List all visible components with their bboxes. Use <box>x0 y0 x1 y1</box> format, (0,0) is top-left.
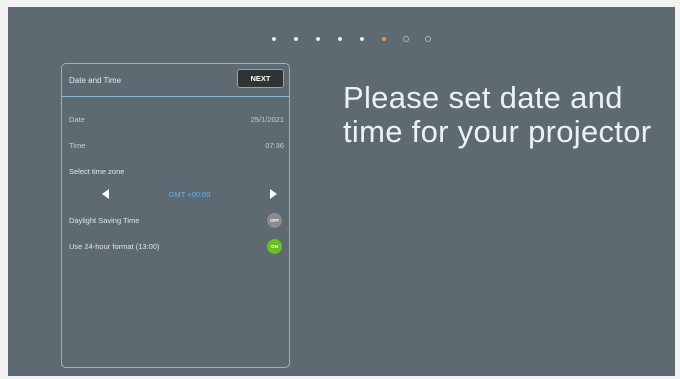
setup-screen: Date and Time NEXT Date 25/1/2021 Time 0… <box>8 7 675 376</box>
panel-title: Date and Time <box>69 76 122 85</box>
timezone-label: Select time zone <box>69 167 125 176</box>
date-value: 25/1/2021 <box>250 115 284 124</box>
progress-dot-5 <box>351 31 373 47</box>
format-label: Use 24-hour format (13:00) <box>69 242 160 251</box>
progress-dots <box>263 31 439 47</box>
progress-dot-6 <box>373 31 395 47</box>
timezone-value: GMT +00:00 <box>168 190 211 199</box>
dst-toggle[interactable]: OFF <box>267 213 282 228</box>
date-row[interactable]: Date 25/1/2021 <box>69 113 284 127</box>
triangle-right-icon[interactable] <box>270 189 277 199</box>
dst-label: Daylight Saving Time <box>69 216 140 225</box>
timezone-selector[interactable]: GMT +00:00 <box>102 187 277 201</box>
time-value: 07:36 <box>265 141 284 150</box>
dst-row[interactable]: Daylight Saving Time OFF <box>69 213 284 228</box>
progress-dot-2 <box>285 31 307 47</box>
progress-dot-4 <box>329 31 351 47</box>
progress-dot-3 <box>307 31 329 47</box>
date-time-panel: Date and Time NEXT Date 25/1/2021 Time 0… <box>61 63 290 368</box>
format-toggle[interactable]: ON <box>267 239 282 254</box>
time-row[interactable]: Time 07:36 <box>69 139 284 153</box>
time-label: Time <box>69 141 86 150</box>
next-button[interactable]: NEXT <box>237 69 284 88</box>
progress-dot-8 <box>417 31 439 47</box>
progress-dot-7 <box>395 31 417 47</box>
progress-dot-1 <box>263 31 285 47</box>
date-label: Date <box>69 115 85 124</box>
instruction-headline: Please set date and time for your projec… <box>343 80 652 149</box>
panel-header: Date and Time NEXT <box>62 64 289 97</box>
format-row[interactable]: Use 24-hour format (13:00) ON <box>69 239 284 254</box>
timezone-heading-row: Select time zone <box>69 165 284 179</box>
